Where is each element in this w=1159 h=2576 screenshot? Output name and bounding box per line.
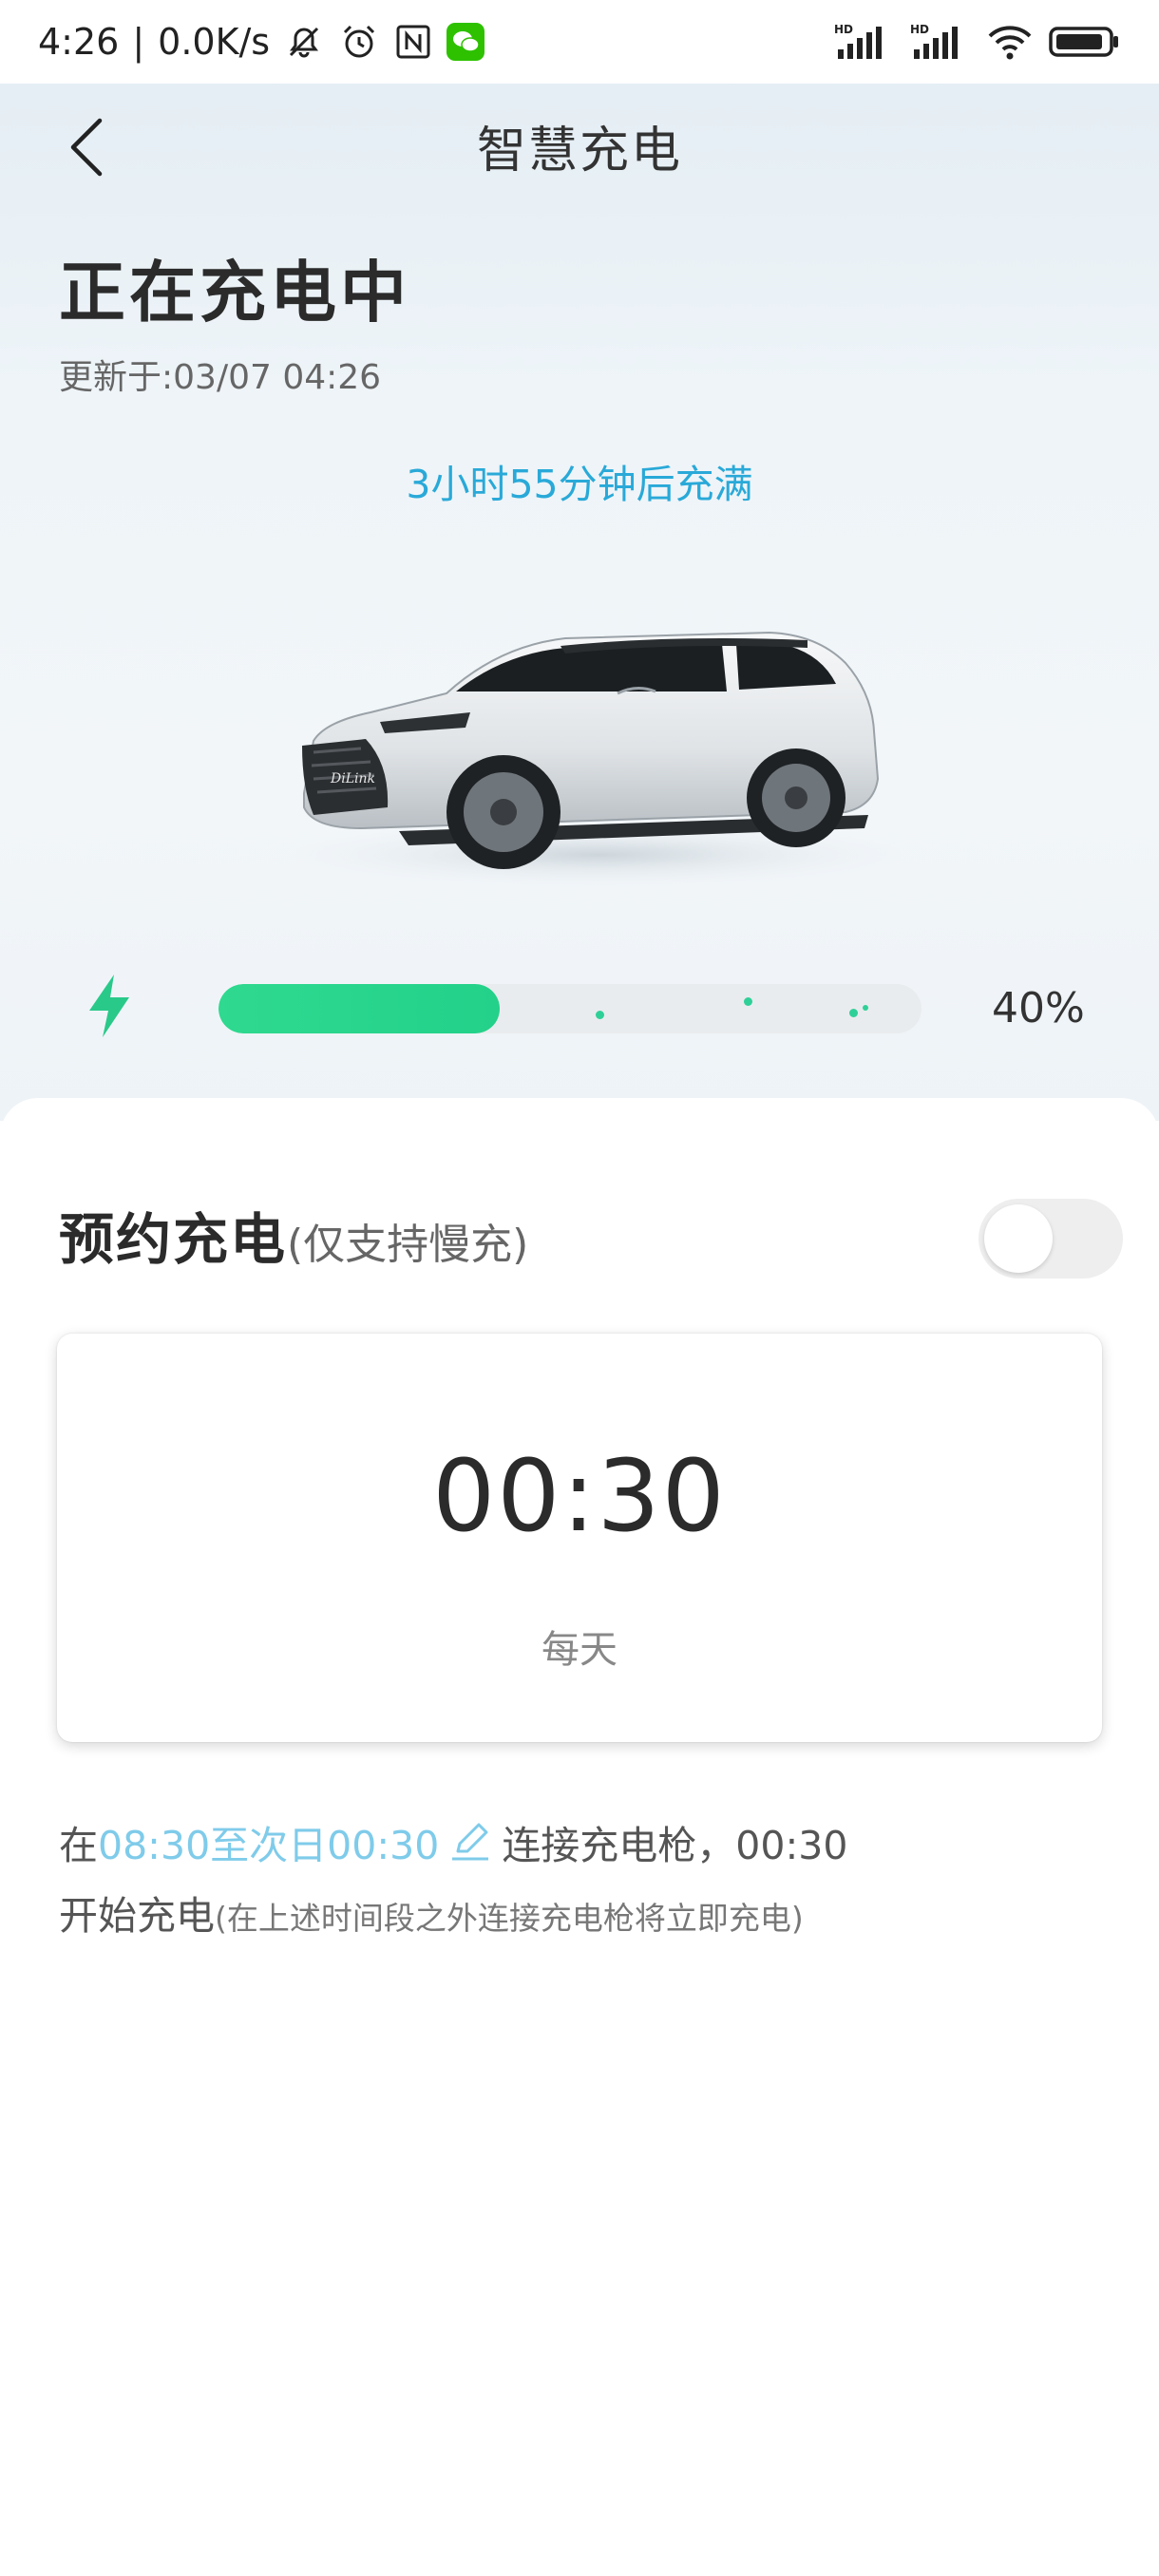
battery-progress-bar	[218, 984, 922, 1033]
description-middle: 连接充电枪，00:30	[502, 1823, 848, 1868]
description-note: (在上述时间段之外连接充电枪将立即充电)	[215, 1900, 804, 1937]
edit-pencil-icon[interactable]	[448, 1819, 492, 1863]
status-bar: 4:26 | 0.0K/s HD HD	[0, 0, 1159, 84]
schedule-time: 00:30	[432, 1438, 727, 1554]
car-image: DiLink	[285, 631, 912, 887]
update-time: 更新于:03/07 04:26	[59, 358, 382, 397]
remaining-time: 3小时55分钟后充满	[406, 462, 753, 507]
description-line-1: 在08:30至次日00:30 连接充电枪，00:30	[59, 1810, 1104, 1881]
status-separator: |	[132, 21, 145, 63]
schedule-repeat: 每天	[542, 1628, 618, 1672]
description-line2: 开始充电	[59, 1893, 215, 1939]
hd-signal-icon: HD	[834, 21, 895, 63]
svg-text:DiLink: DiLink	[330, 771, 375, 786]
schedule-charging-row: 预约充电(仅支持慢充)	[59, 1195, 1123, 1280]
schedule-charging-title: 预约充电	[59, 1207, 288, 1272]
alarm-icon	[338, 21, 380, 63]
hd-signal-icon: HD	[910, 21, 971, 63]
battery-percent: 40%	[992, 984, 1085, 1032]
lightning-bolt-icon	[89, 975, 129, 1037]
wechat-icon	[446, 23, 485, 61]
back-button[interactable]	[53, 114, 120, 180]
toggle-knob	[984, 1204, 1053, 1273]
nfc-icon	[393, 22, 433, 62]
battery-icon	[1049, 23, 1121, 61]
mute-bell-icon	[283, 21, 325, 63]
progress-dot	[744, 997, 752, 1006]
progress-dot	[596, 1011, 604, 1019]
schedule-description: 在08:30至次日00:30 连接充电枪，00:30 开始充电(在上述时间段之外…	[59, 1810, 1104, 1954]
charging-status: 正在充电中	[59, 254, 410, 331]
progress-dot	[849, 1009, 858, 1017]
status-time: 4:26	[38, 21, 120, 63]
wifi-icon	[986, 21, 1034, 63]
charge-progress-row: 40%	[0, 959, 1159, 1054]
schedule-time-card[interactable]: 00:30 每天	[57, 1334, 1102, 1742]
page-title: 智慧充电	[476, 122, 682, 180]
schedule-charging-toggle[interactable]	[978, 1199, 1123, 1279]
svg-text:HD: HD	[910, 23, 929, 36]
battery-progress-fill	[218, 984, 500, 1033]
charging-window-link[interactable]: 08:30至次日00:30	[98, 1823, 439, 1868]
app-header: 智慧充电	[0, 84, 1159, 207]
description-line-2: 开始充电(在上述时间段之外连接充电枪将立即充电)	[59, 1881, 1104, 1954]
chevron-left-icon	[70, 118, 103, 177]
description-prefix: 在	[59, 1823, 98, 1868]
svg-text:HD: HD	[834, 23, 853, 36]
schedule-charging-note: (仅支持慢充)	[287, 1221, 529, 1269]
network-speed: 0.0K/s	[158, 21, 271, 63]
progress-dot	[863, 1005, 868, 1011]
